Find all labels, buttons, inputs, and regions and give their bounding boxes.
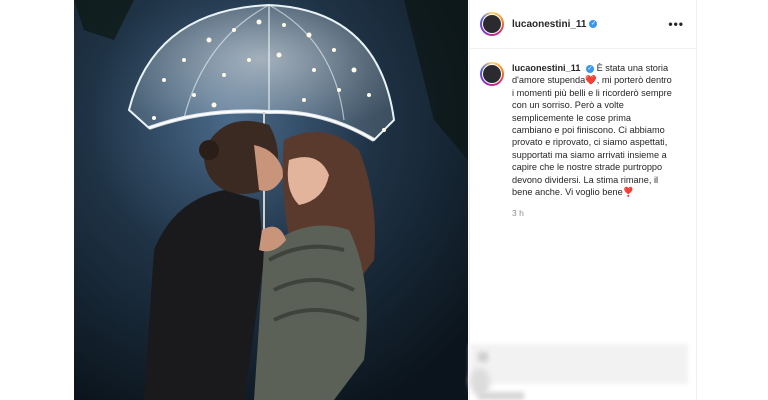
caption-verified-badge-icon: ✓ xyxy=(586,64,594,73)
verified-badge-icon: ✓ xyxy=(589,20,598,28)
more-options-icon[interactable]: ••• xyxy=(668,17,684,31)
author-avatar[interactable] xyxy=(480,12,504,36)
blurred-overlay xyxy=(470,344,688,384)
author-username[interactable]: lucaonestini_11 xyxy=(512,19,586,30)
blurred-text xyxy=(478,352,488,362)
post-timestamp[interactable]: 3 h xyxy=(512,208,696,218)
caption-author-username[interactable]: lucaonestini_11 xyxy=(512,63,580,73)
caption-text: lucaonestini_11 ✓ È stata una storia d'a… xyxy=(512,62,672,198)
post-photo[interactable] xyxy=(74,0,468,400)
caption-author-avatar[interactable] xyxy=(480,62,504,86)
couple-umbrella-image xyxy=(74,0,468,400)
caption-body-part2: , mi porterò dentro i momenti più belli … xyxy=(512,75,672,198)
blurred-text-line xyxy=(478,392,524,400)
heart-exclamation-emoji-icon: ❣️ xyxy=(622,187,635,198)
caption-comment: lucaonestini_11 ✓ È stata una storia d'a… xyxy=(470,49,696,198)
heart-emoji-icon: ❤️ xyxy=(585,75,597,86)
post-side-panel: lucaonestini_11 ✓ ••• lucaonestini_11 ✓ … xyxy=(469,0,697,400)
post-header: lucaonestini_11 ✓ ••• xyxy=(470,0,696,49)
